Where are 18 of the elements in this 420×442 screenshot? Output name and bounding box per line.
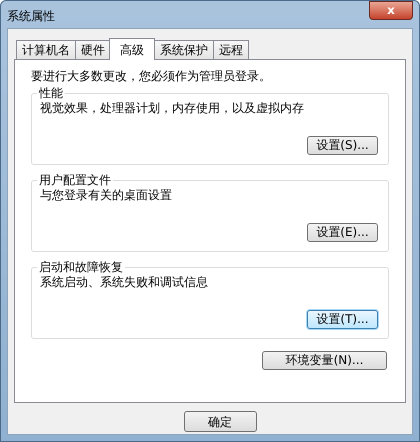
environment-variables-button[interactable]: 环境变量(N)... — [262, 351, 387, 370]
ok-button[interactable]: 确定 — [184, 411, 256, 432]
settings-button[interactable]: 设置(T)... — [307, 310, 378, 329]
notice-text: 要进行大多数更改，您必须作为管理员登录。 — [31, 68, 272, 84]
tab[interactable]: 高级 — [109, 38, 155, 60]
group-title: 用户配置文件 — [37, 173, 113, 187]
tab[interactable]: 远程 — [213, 40, 249, 59]
settings-button[interactable]: 设置(S)... — [307, 136, 378, 155]
window-title: 系统属性 — [7, 8, 55, 25]
group-description: 与您登录有关的桌面设置 — [40, 187, 173, 203]
tab[interactable]: 计算机名 — [16, 40, 76, 59]
group-description: 系统启动、系统失败和调试信息 — [40, 274, 209, 290]
group-description: 视觉效果，处理器计划，内存使用，以及虚拟内存 — [40, 100, 305, 116]
tab[interactable]: 硬件 — [75, 40, 111, 59]
group-title: 启动和故障恢复 — [37, 260, 125, 274]
group-title: 性能 — [37, 86, 65, 100]
settings-button[interactable]: 设置(E)... — [307, 223, 378, 242]
tab[interactable]: 系统保护 — [154, 40, 214, 59]
